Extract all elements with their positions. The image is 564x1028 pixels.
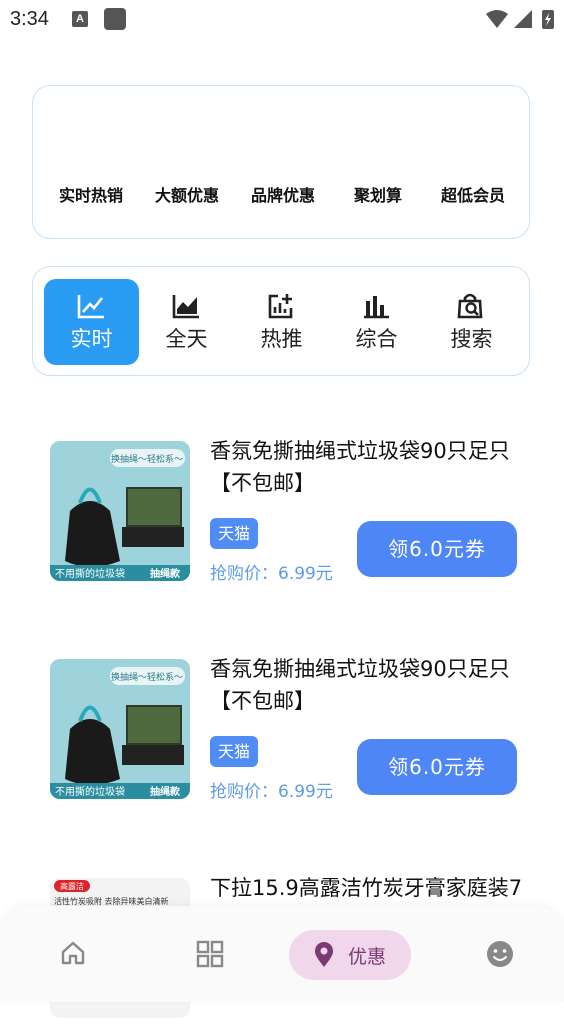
tab-realtime[interactable]: 实时 — [44, 279, 139, 365]
category-realtime-hot[interactable]: 实时热销 — [43, 182, 139, 206]
product-item[interactable]: 换抽绳～轻松系～ 不用撕的垃圾袋 抽绳款 香氛免撕抽绳式垃圾袋90只足只【不包邮… — [48, 439, 528, 591]
product-image: 换抽绳～轻松系～ 不用撕的垃圾袋 抽绳款 — [50, 659, 190, 799]
tab-allday[interactable]: 全天 — [139, 279, 234, 365]
product-title: 香氛免撕抽绳式垃圾袋90只足只【不包邮】 — [210, 439, 510, 495]
wifi-icon — [486, 10, 508, 28]
product-image: 换抽绳～轻松系～ 不用撕的垃圾袋 抽绳款 — [50, 441, 190, 581]
svg-text:不用撕的垃圾袋: 不用撕的垃圾袋 — [55, 785, 125, 798]
nav-label: 优惠 — [348, 946, 387, 968]
status-bar: 3:34 A — [0, 0, 564, 40]
tab-label: 综合 — [355, 327, 398, 351]
tab-hot-push[interactable]: 热推 — [234, 279, 329, 365]
ranking-tabs: 实时 全天 热推 综合 搜索 — [32, 266, 530, 376]
svg-text:活性竹炭吸附 去除异味美白清新: 活性竹炭吸附 去除异味美白清新 — [54, 896, 169, 906]
nav-discount[interactable]: 优惠 — [289, 930, 411, 980]
tab-label: 热推 — [260, 327, 303, 351]
search-bag-icon — [457, 293, 483, 319]
smiley-icon — [487, 941, 513, 967]
system-status-icons — [486, 10, 554, 29]
grid-icon — [196, 940, 224, 968]
nav-grid[interactable] — [196, 940, 224, 972]
home-icon — [61, 941, 85, 965]
svg-text:换抽绳～轻松系～: 换抽绳～轻松系～ — [111, 671, 183, 683]
bottom-nav: 优惠 — [0, 906, 564, 1002]
category-big-discount[interactable]: 大额优惠 — [139, 182, 235, 206]
category-low-member[interactable]: 超低会员 — [425, 182, 521, 206]
tab-label: 全天 — [165, 327, 208, 351]
trending-icon — [77, 295, 104, 319]
platform-badge: 天猫 — [210, 736, 259, 767]
tab-label: 搜索 — [450, 327, 493, 351]
coupon-button[interactable]: 领6.0元券 — [357, 739, 517, 795]
nav-profile[interactable] — [486, 940, 514, 972]
tab-label: 实时 — [70, 327, 113, 351]
nav-home[interactable] — [60, 940, 86, 970]
svg-text:高露洁: 高露洁 — [60, 881, 84, 891]
bar-chart-icon — [364, 296, 389, 319]
category-brand-discount[interactable]: 品牌优惠 — [235, 182, 331, 206]
area-chart-icon — [172, 295, 199, 319]
category-card: 实时热销 大额优惠 品牌优惠 聚划算 超低会员 — [32, 85, 530, 239]
tab-search[interactable]: 搜索 — [424, 279, 519, 365]
svg-text:换抽绳～轻松系～: 换抽绳～轻松系～ — [111, 453, 183, 465]
category-juhuasuan[interactable]: 聚划算 — [330, 182, 426, 206]
product-title: 下拉15.9高露洁竹炭牙膏家庭装7 — [210, 876, 523, 900]
svg-text:抽绳款: 抽绳款 — [150, 567, 181, 580]
discount-pin-icon — [315, 942, 333, 967]
signal-icon — [514, 10, 532, 28]
product-item[interactable]: 换抽绳～轻松系～ 不用撕的垃圾袋 抽绳款 香氛免撕抽绳式垃圾袋90只足只【不包邮… — [48, 657, 528, 809]
bar-chart-plus-icon — [268, 294, 293, 319]
tab-overall[interactable]: 综合 — [329, 279, 424, 365]
svg-text:抽绳款: 抽绳款 — [150, 785, 181, 798]
platform-badge: 天猫 — [210, 518, 259, 549]
product-price: 抢购价：6.99元 — [210, 564, 333, 584]
coupon-button[interactable]: 领6.0元券 — [357, 521, 517, 577]
product-title: 香氛免撕抽绳式垃圾袋90只足只【不包邮】 — [210, 657, 510, 713]
status-time: 3:34 — [10, 8, 49, 30]
notification-square-icon — [104, 8, 126, 30]
product-price: 抢购价：6.99元 — [210, 782, 333, 802]
keyboard-a-icon: A — [72, 11, 88, 27]
svg-text:不用撕的垃圾袋: 不用撕的垃圾袋 — [55, 567, 125, 580]
